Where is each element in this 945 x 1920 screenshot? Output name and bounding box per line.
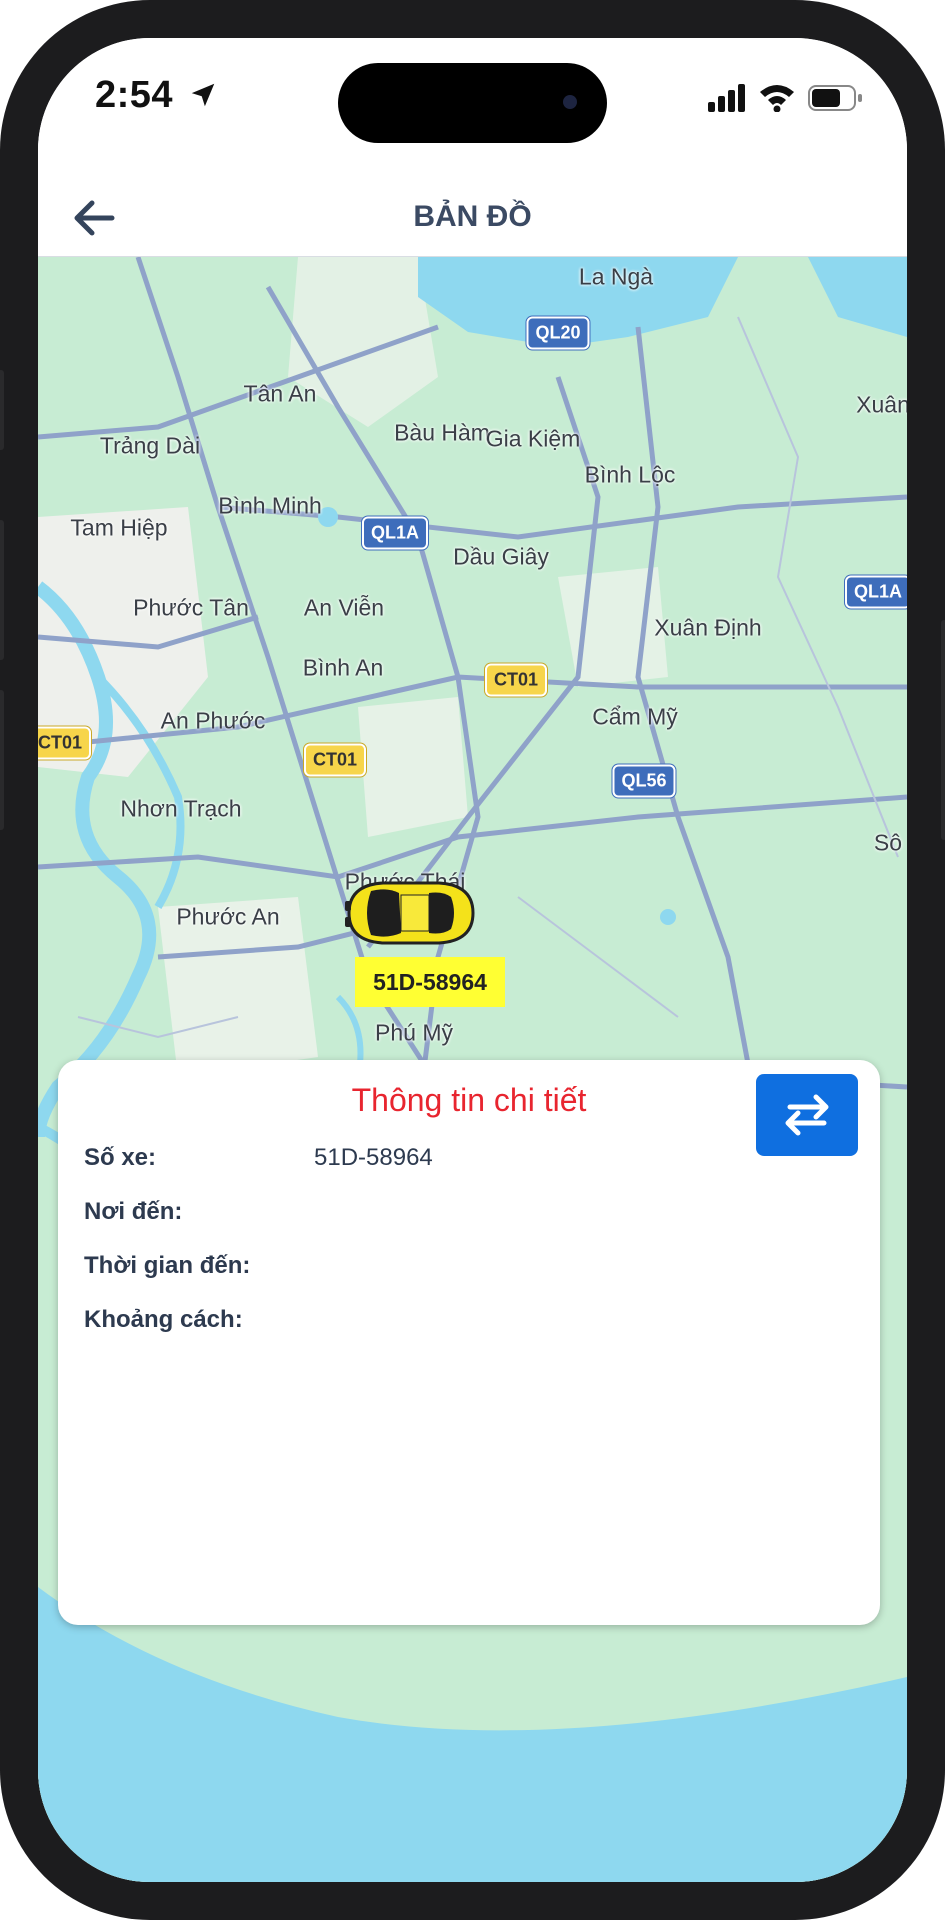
- clock: 2:54: [95, 74, 218, 117]
- place-label: Dầu Giây: [453, 543, 549, 570]
- screen: 2:54 BẢN ĐỒ La Ngà Tân An Xuân Trảng Dài…: [38, 38, 907, 1882]
- route-shield: QL20: [526, 316, 590, 350]
- swap-button[interactable]: [756, 1074, 858, 1156]
- page-title: BẢN ĐỒ: [413, 200, 532, 233]
- place-label: Bình Lộc: [584, 461, 676, 488]
- swap-arrows-icon: [785, 1094, 829, 1136]
- mute-switch: [0, 370, 4, 450]
- place-label: Xuân: [856, 391, 907, 418]
- place-label: Phước Tân: [133, 594, 249, 621]
- battery-icon: [808, 85, 862, 111]
- signal-icon: [708, 84, 745, 112]
- plate-value: 51D-58964: [314, 1144, 433, 1171]
- plate-label: Số xe:: [84, 1144, 157, 1171]
- route-shield: QL56: [612, 764, 676, 798]
- place-label: Tam Hiệp: [70, 514, 168, 541]
- place-label: Phú Mỹ: [375, 1019, 453, 1046]
- camera-dot: [563, 95, 577, 109]
- route-shield: CT01: [484, 663, 548, 697]
- place-label: Nhơn Trạch: [120, 795, 242, 822]
- place-label: Bàu Hàm: [394, 419, 490, 446]
- destination-label: Nơi đến:: [84, 1198, 183, 1225]
- place-label: La Ngà: [578, 263, 654, 290]
- place-label: An Phước: [160, 707, 266, 734]
- dynamic-island: [338, 63, 607, 143]
- place-label: Trảng Dài: [99, 432, 201, 459]
- place-label: An Viễn: [303, 594, 385, 621]
- place-label: Bình An: [302, 654, 384, 681]
- wifi-icon: [760, 85, 794, 112]
- vehicle-plate-label: 51D-58964: [355, 957, 505, 1007]
- place-label: Bình Minh: [218, 492, 322, 519]
- route-shield: QL1A: [361, 516, 429, 550]
- car-marker-icon[interactable]: [343, 875, 477, 951]
- arrival-time-label: Thời gian đến:: [84, 1252, 251, 1279]
- detail-panel: Thông tin chi tiết Số xe: 51D-58964 Nơi …: [58, 1060, 880, 1625]
- status-bar: 2:54: [38, 38, 907, 178]
- place-label: Cẩm Mỹ: [592, 703, 678, 730]
- place-label: Phước An: [176, 903, 280, 930]
- route-shield: CT01: [303, 743, 367, 777]
- location-arrow-icon: [191, 83, 215, 107]
- power-button: [941, 620, 945, 840]
- route-shield: QL1A: [844, 575, 907, 609]
- app-header: BẢN ĐỒ: [38, 178, 907, 257]
- status-icons: [708, 78, 868, 118]
- route-shield: CT01: [38, 726, 92, 760]
- place-label: Gia Kiệm: [485, 425, 581, 452]
- place-label: Tân An: [243, 380, 317, 407]
- volume-down-button: [0, 690, 4, 830]
- phone-frame: 2:54 BẢN ĐỒ La Ngà Tân An Xuân Trảng Dài…: [0, 0, 945, 1920]
- volume-up-button: [0, 520, 4, 660]
- distance-label: Khoảng cách:: [84, 1306, 243, 1333]
- clock-text: 2:54: [95, 74, 174, 116]
- place-label: Xuân Định: [654, 614, 762, 641]
- place-label: Sô: [873, 829, 903, 856]
